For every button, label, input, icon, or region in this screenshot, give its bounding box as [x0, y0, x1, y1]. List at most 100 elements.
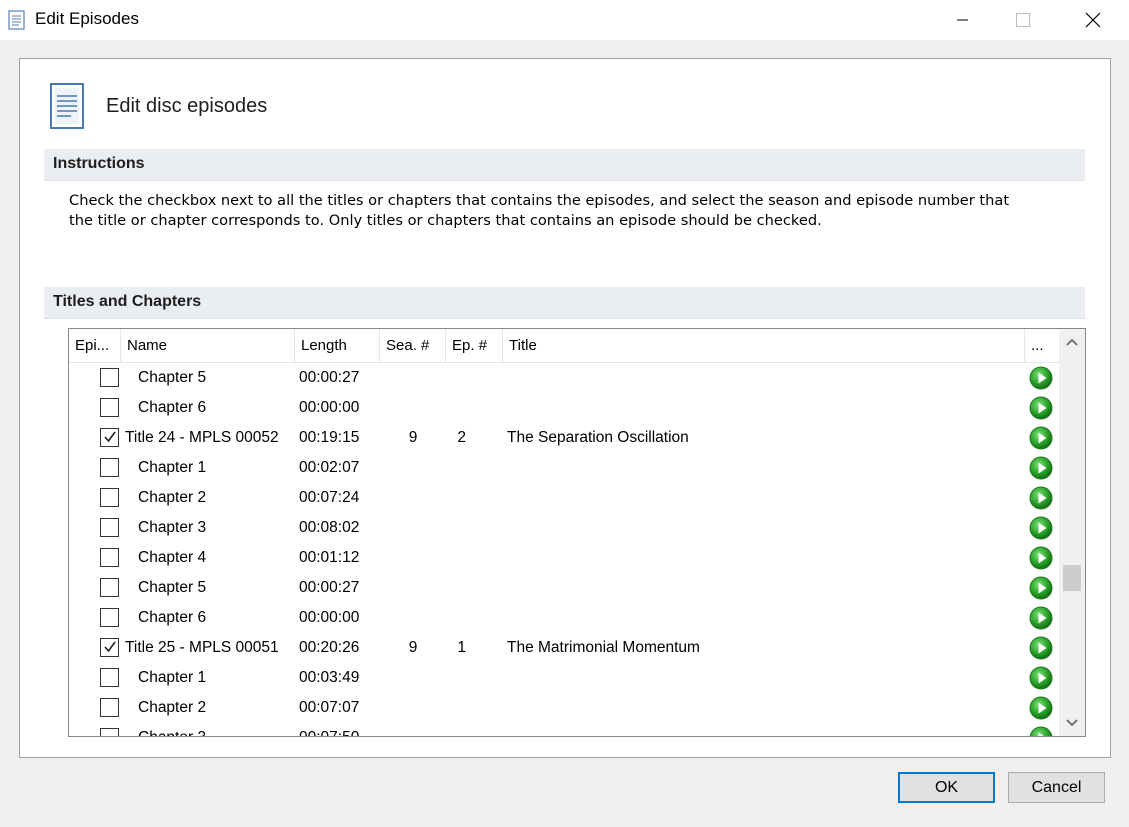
episode-checkbox[interactable]: [100, 518, 119, 537]
row-length: 00:19:15: [299, 429, 360, 446]
episode-checkbox[interactable]: [100, 488, 119, 507]
row-season: 9: [408, 639, 418, 656]
episode-checkbox[interactable]: [100, 548, 119, 567]
table-row[interactable]: Chapter 5 00:00:27: [69, 573, 1059, 603]
episode-checkbox[interactable]: [100, 698, 119, 717]
row-name: Chapter 3: [138, 519, 207, 536]
table-row[interactable]: Title 25 - MPLS 00051 00:20:26 9 1 The Matri…: [69, 633, 1059, 663]
row-name: Chapter 5: [138, 579, 207, 596]
column-header-title[interactable]: Title: [503, 329, 1025, 363]
page-title: Edit disc episodes: [106, 95, 268, 117]
column-header-ep[interactable]: Ep. #: [446, 329, 503, 363]
maximize-icon: [1016, 13, 1030, 27]
ok-button[interactable]: OK: [898, 772, 995, 803]
document-icon: [8, 10, 25, 30]
play-icon[interactable]: [1029, 456, 1053, 480]
row-episode: [446, 543, 466, 573]
table-row[interactable]: Chapter 1 00:03:49: [69, 663, 1059, 693]
minimize-button[interactable]: [940, 0, 986, 40]
play-icon[interactable]: [1029, 726, 1053, 737]
play-icon[interactable]: [1029, 426, 1053, 450]
episode-checkbox[interactable]: [100, 638, 119, 657]
episode-checkbox[interactable]: [100, 578, 119, 597]
table-row[interactable]: Chapter 3 00:08:02: [69, 513, 1059, 543]
table-row[interactable]: Title 24 - MPLS 00052 00:19:15 9 2 The Separ…: [69, 423, 1059, 453]
table-row[interactable]: Chapter 5 00:00:27: [69, 363, 1059, 393]
play-icon[interactable]: [1029, 576, 1053, 600]
episode-checkbox[interactable]: [100, 398, 119, 417]
table-row[interactable]: Chapter 2 00:07:07: [69, 693, 1059, 723]
play-icon[interactable]: [1029, 546, 1053, 570]
titles-list-view[interactable]: Epi... Name Length Sea. # Ep. # Title ..…: [68, 328, 1086, 737]
column-header-name[interactable]: Name: [121, 329, 295, 363]
chevron-up-icon: [1066, 338, 1078, 346]
row-length: 00:00:27: [299, 579, 360, 596]
table-row[interactable]: Chapter 6 00:00:00: [69, 603, 1059, 633]
row-season: [380, 603, 446, 633]
row-season: [380, 363, 446, 393]
row-season: [380, 453, 446, 483]
play-icon[interactable]: [1029, 636, 1053, 660]
row-season: [380, 723, 446, 736]
episode-checkbox[interactable]: [100, 368, 119, 387]
row-season: [380, 573, 446, 603]
list-header: Epi... Name Length Sea. # Ep. # Title ..…: [69, 329, 1059, 363]
row-episode: [446, 363, 466, 393]
play-icon[interactable]: [1029, 396, 1053, 420]
row-length: 00:07:07: [299, 699, 360, 716]
scroll-down-button[interactable]: [1059, 710, 1085, 736]
play-icon[interactable]: [1029, 366, 1053, 390]
row-episode: [446, 693, 466, 723]
episode-checkbox[interactable]: [100, 428, 119, 447]
column-header-season[interactable]: Sea. #: [380, 329, 446, 363]
row-name: Chapter 3: [138, 723, 206, 736]
window-title: Edit Episodes: [35, 9, 139, 28]
row-episode: [446, 573, 466, 603]
cancel-button[interactable]: Cancel: [1008, 772, 1105, 803]
row-length: 00:03:49: [299, 669, 360, 686]
column-header-episode[interactable]: Epi...: [69, 329, 121, 363]
episode-checkbox[interactable]: [100, 458, 119, 477]
play-icon[interactable]: [1029, 696, 1053, 720]
row-season: [380, 513, 446, 543]
play-icon[interactable]: [1029, 486, 1053, 510]
row-length: 00:00:00: [299, 399, 360, 416]
checkmark-icon: [104, 431, 116, 443]
row-name: Chapter 1: [138, 459, 207, 476]
row-name: Chapter 4: [138, 549, 207, 566]
scrollbar-thumb[interactable]: [1063, 565, 1081, 591]
row-name: Chapter 5: [138, 369, 207, 386]
column-header-length[interactable]: Length: [295, 329, 380, 363]
table-row[interactable]: Chapter 1 00:02:07: [69, 453, 1059, 483]
column-header-more[interactable]: ...: [1025, 329, 1059, 363]
vertical-scrollbar[interactable]: [1059, 329, 1085, 736]
episode-checkbox[interactable]: [100, 608, 119, 627]
row-episode: 2: [457, 429, 466, 446]
table-row[interactable]: Chapter 3 00:07:50: [69, 723, 1059, 737]
table-row[interactable]: Chapter 2 00:07:24: [69, 483, 1059, 513]
episode-checkbox[interactable]: [100, 668, 119, 687]
row-season: [380, 693, 446, 723]
row-episode: 1: [457, 639, 466, 656]
row-season: 9: [408, 429, 418, 446]
close-button[interactable]: [1070, 0, 1116, 40]
instructions-text: Check the checkbox next to all the title…: [69, 191, 1069, 231]
row-length: 00:08:02: [299, 519, 360, 536]
table-row[interactable]: Chapter 4 00:01:12: [69, 543, 1059, 573]
chevron-down-icon: [1066, 719, 1078, 727]
row-title: The Separation Oscillation: [507, 429, 689, 446]
row-episode: [446, 483, 466, 513]
maximize-button[interactable]: [1000, 0, 1046, 40]
row-episode: [446, 603, 466, 633]
instructions-line-1: Check the checkbox next to all the title…: [69, 192, 1010, 209]
episode-checkbox[interactable]: [100, 728, 119, 736]
row-name: Chapter 6: [138, 609, 207, 626]
close-icon: [1085, 12, 1101, 28]
table-row[interactable]: Chapter 6 00:00:00: [69, 393, 1059, 423]
play-icon[interactable]: [1029, 606, 1053, 630]
play-icon[interactable]: [1029, 666, 1053, 690]
play-icon[interactable]: [1029, 516, 1053, 540]
scroll-up-button[interactable]: [1059, 329, 1085, 355]
row-season: [380, 663, 446, 693]
checkmark-icon: [104, 641, 116, 653]
